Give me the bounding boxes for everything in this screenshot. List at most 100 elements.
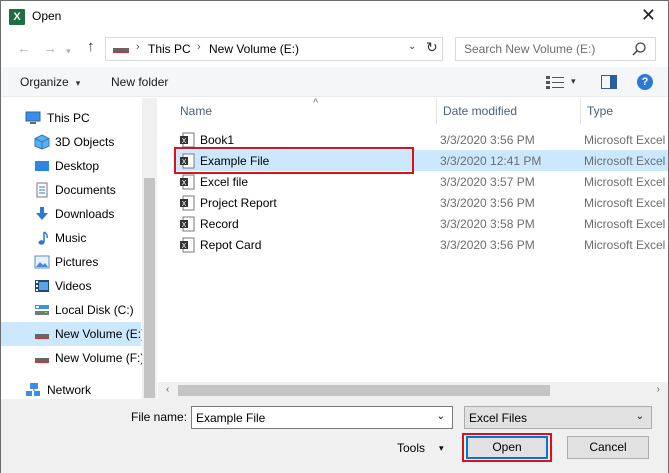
sidebar-item-new-volume-f[interactable]: New Volume (F:) <box>1 346 144 370</box>
file-type: Microsoft Excel W <box>584 196 669 210</box>
sidebar-item-label: Downloads <box>55 207 115 221</box>
download-icon <box>36 207 48 220</box>
tools-menu-button[interactable]: Tools <box>397 441 425 455</box>
sidebar-item-music[interactable]: Music <box>1 226 141 250</box>
file-row-project-report[interactable]: X Project Report 3/3/2020 3:56 PM Micros… <box>174 192 669 213</box>
sort-ascending-icon: ^ <box>313 97 319 107</box>
pictures-icon <box>34 255 50 269</box>
file-row-excel-file[interactable]: X Excel file 3/3/2020 3:57 PM Microsoft … <box>174 171 669 192</box>
sidebar-item-label: Desktop <box>55 159 100 173</box>
search-box[interactable]: Search New Volume (E:) <box>455 37 656 61</box>
file-date: 3/3/2020 12:41 PM <box>440 154 542 168</box>
search-icon <box>632 42 646 56</box>
preview-pane-icon[interactable] <box>601 75 617 89</box>
open-button-highlight-box <box>462 433 552 462</box>
sidebar-item-videos[interactable]: Videos <box>1 274 141 298</box>
new-folder-button[interactable]: New folder <box>111 75 168 89</box>
view-options-icon[interactable] <box>546 75 564 89</box>
cube-icon <box>34 134 50 150</box>
file-name: Book1 <box>200 133 235 147</box>
breadcrumb-this-pc[interactable]: This PC <box>148 42 191 56</box>
sidebar-item-label: Local Disk (C:) <box>55 303 134 317</box>
help-icon[interactable]: ? <box>637 74 653 90</box>
pc-icon <box>25 111 41 124</box>
excel-file-icon: X <box>180 132 195 148</box>
address-dropdown-icon[interactable]: ⌄ <box>408 41 416 52</box>
sidebar-item-pictures[interactable]: Pictures <box>1 250 141 274</box>
file-type-filter-select[interactable]: Excel Files ⌄ <box>464 406 652 429</box>
file-date: 3/3/2020 3:58 PM <box>440 217 535 231</box>
breadcrumb-separator-icon: › <box>136 41 140 53</box>
sidebar-item-new-volume-e[interactable]: New Volume (E:) <box>1 322 145 346</box>
file-date: 3/3/2020 3:56 PM <box>440 238 535 252</box>
column-header-type[interactable]: Type <box>581 98 668 124</box>
svg-text:X: X <box>182 221 187 229</box>
tools-caret-icon[interactable]: ▾ <box>439 443 444 454</box>
svg-text:X: X <box>182 200 187 208</box>
file-name: Project Report <box>200 196 277 210</box>
excel-file-icon: X <box>180 174 195 190</box>
sidebar-item-downloads[interactable]: Downloads <box>1 202 141 226</box>
column-header-name[interactable]: Name ^ <box>174 97 437 124</box>
back-arrow-icon[interactable]: ← <box>17 40 31 56</box>
sidebar-item-label: New Volume (E:) <box>55 327 146 341</box>
recent-locations-chevron-icon[interactable]: ▾ <box>66 43 71 59</box>
breadcrumb-new-volume-e[interactable]: New Volume (E:) <box>209 42 299 56</box>
file-name-label: File name: <box>131 410 188 424</box>
file-row-repot-card[interactable]: X Repot Card 3/3/2020 3:56 PM Microsoft … <box>174 234 669 255</box>
cancel-button[interactable]: Cancel <box>567 436 649 459</box>
sidebar-item-label: Music <box>55 231 87 245</box>
file-name: Excel file <box>200 175 249 189</box>
music-icon <box>38 231 48 245</box>
svg-text:X: X <box>182 242 187 250</box>
scroll-left-icon[interactable]: ‹ <box>166 384 169 395</box>
excel-app-icon: X <box>9 9 25 25</box>
svg-text:X: X <box>182 137 187 145</box>
file-type-filter-value: Excel Files <box>469 411 528 425</box>
column-header-date-modified[interactable]: Date modified <box>437 98 581 124</box>
excel-file-icon: X <box>180 237 195 253</box>
filter-dropdown-icon: ⌄ <box>635 411 644 422</box>
sidebar-item-local-disk-c[interactable]: Local Disk (C:) <box>1 298 141 322</box>
refresh-icon[interactable]: ↻ <box>426 39 438 56</box>
horizontal-scrollbar[interactable]: ‹ › <box>158 382 668 399</box>
navigation-bar: ← → ▾ ↑ › This PC › New Volume (E:) ⌄ ↻ … <box>1 34 668 64</box>
close-icon[interactable]: ✕ <box>641 5 656 25</box>
search-placeholder: Search New Volume (E:) <box>464 42 596 56</box>
file-date: 3/3/2020 3:57 PM <box>440 175 535 189</box>
sidebar-item-3d-objects[interactable]: 3D Objects <box>1 130 141 154</box>
sidebar-item-documents[interactable]: Documents <box>1 178 141 202</box>
selected-file-highlight-box <box>174 147 414 174</box>
drive-icon <box>35 358 49 363</box>
network-icon <box>26 383 40 396</box>
file-type: Microsoft Excel W <box>584 238 669 252</box>
sidebar-scrollbar[interactable] <box>142 98 157 399</box>
forward-arrow-icon[interactable]: → <box>43 40 57 56</box>
excel-file-icon: X <box>180 195 195 211</box>
file-type: Microsoft Excel W <box>584 133 669 147</box>
address-bar[interactable]: › This PC › New Volume (E:) ⌄ ↻ <box>105 37 443 61</box>
sidebar-item-desktop[interactable]: Desktop <box>1 154 141 178</box>
title-bar: X Open ✕ <box>1 1 668 32</box>
scroll-right-icon[interactable]: › <box>657 384 660 395</box>
command-bar: Organize ▾ New folder ▾ ? <box>1 67 668 97</box>
column-header-date-label: Date modified <box>443 104 518 118</box>
up-arrow-icon[interactable]: ↑ <box>87 39 95 55</box>
file-row-record[interactable]: X Record 3/3/2020 3:58 PM Microsoft Exce… <box>174 213 669 234</box>
column-header-name-label: Name <box>180 104 213 118</box>
organize-button[interactable]: Organize ▾ <box>20 75 80 89</box>
sidebar-scrollbar-thumb[interactable] <box>144 178 155 398</box>
sidebar-item-this-pc[interactable]: This PC <box>1 106 141 130</box>
horizontal-scrollbar-thumb[interactable] <box>178 385 550 396</box>
sidebar-item-label: 3D Objects <box>55 135 115 149</box>
bottom-panel: File name: Example File ⌄ Excel Files ⌄ … <box>1 399 668 473</box>
file-name-input[interactable]: Example File ⌄ <box>191 406 453 429</box>
sidebar-item-label: This PC <box>47 111 90 125</box>
file-name-dropdown-icon[interactable]: ⌄ <box>437 411 445 422</box>
view-caret-icon[interactable]: ▾ <box>571 76 576 87</box>
sidebar-item-label: Pictures <box>55 255 99 269</box>
document-icon <box>36 182 48 198</box>
desktop-icon <box>35 161 49 171</box>
file-name: Record <box>200 217 239 231</box>
sidebar-item-label: Network <box>47 383 92 397</box>
